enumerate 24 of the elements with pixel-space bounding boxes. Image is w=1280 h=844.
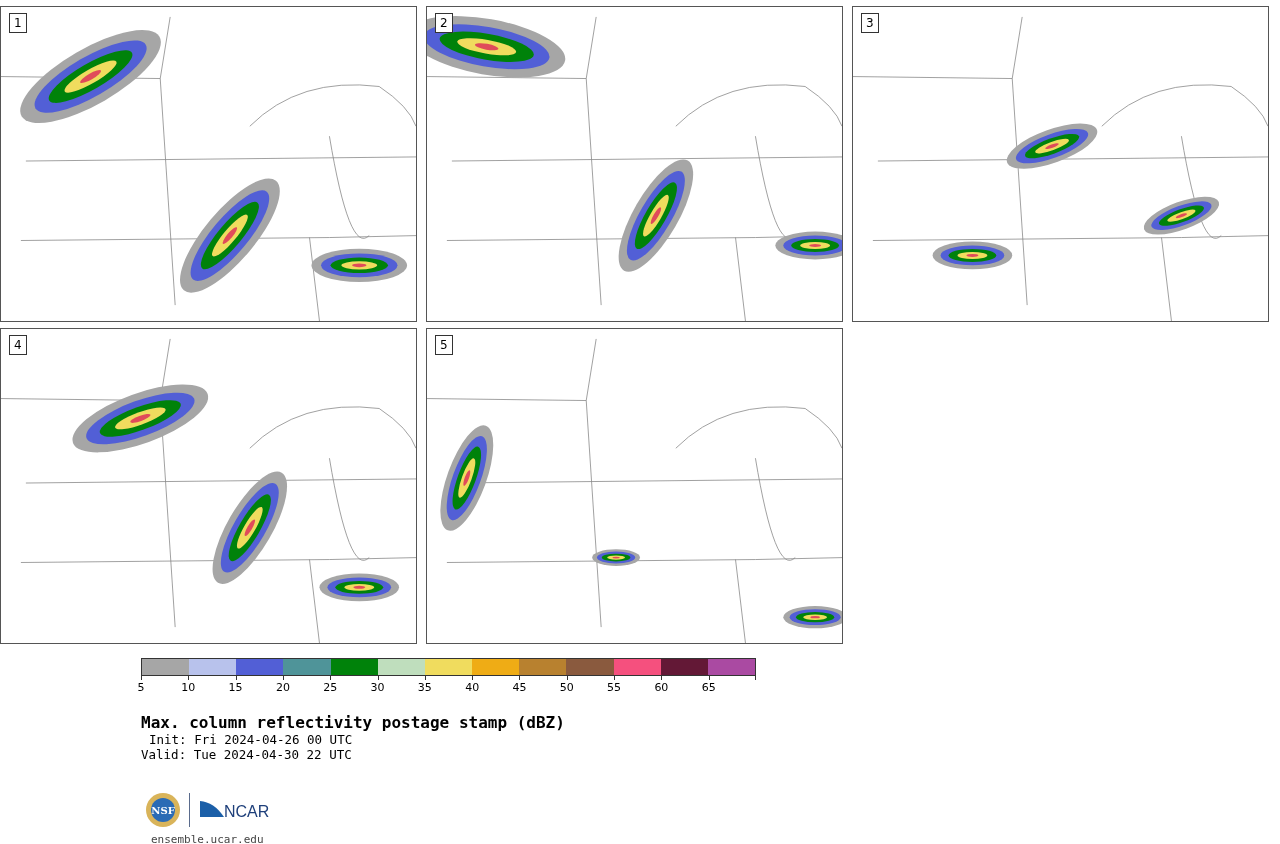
tick-label: 50 xyxy=(559,681,574,694)
panel-number: 3 xyxy=(861,13,879,33)
site-link[interactable]: ensemble.ucar.edu xyxy=(151,833,264,844)
chart-title: Max. column reflectivity postage stamp (dBZ) xyxy=(141,714,566,732)
panel-number: 2 xyxy=(435,13,453,33)
valid-time: Valid: Tue 2024-04-30 22 UTC xyxy=(141,747,353,762)
tick-label: 35 xyxy=(417,681,432,694)
tick-label: 20 xyxy=(275,681,290,694)
tick-label: 40 xyxy=(465,681,480,694)
panel-number: 1 xyxy=(9,13,27,33)
tick-label: 25 xyxy=(323,681,338,694)
tick-label: 10 xyxy=(181,681,196,694)
panel-number: 4 xyxy=(9,335,27,355)
tick-label: 55 xyxy=(607,681,622,694)
nsf-logo: NSF xyxy=(145,792,181,828)
tick-label: 45 xyxy=(512,681,527,694)
panel-number: 5 xyxy=(435,335,453,355)
tick-label: 5 xyxy=(137,681,145,694)
tick-label: 60 xyxy=(654,681,669,694)
tick-label: 15 xyxy=(228,681,243,694)
tick-label: 65 xyxy=(701,681,716,694)
ncar-logo: NCAR xyxy=(198,799,274,821)
init-time: Init: Fri 2024-04-26 00 UTC xyxy=(148,732,354,747)
tick-label: 30 xyxy=(370,681,385,694)
